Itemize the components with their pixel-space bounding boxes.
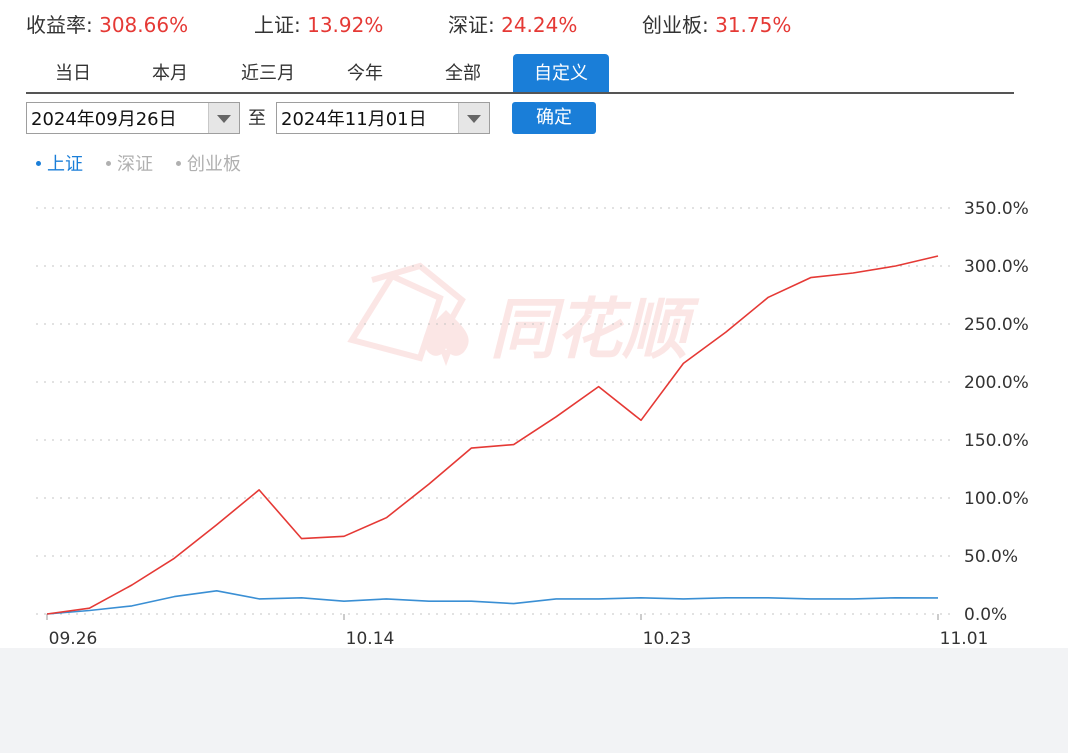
- summary-shenzhen-value: 24.24%: [501, 12, 578, 37]
- summary-shenzhen: 深证: 24.24%: [448, 9, 577, 38]
- x-tick-label: 09.26: [49, 629, 98, 649]
- legend-dot-icon: [106, 160, 111, 166]
- x-axis: 09.26 10.14 10.23 11.01: [46, 614, 989, 649]
- legend-label-chinext: 创业板: [187, 154, 241, 175]
- confirm-button[interactable]: 确定: [512, 102, 596, 134]
- summary-chinext: 创业板: 31.75%: [642, 9, 791, 38]
- y-tick-label: 250.0%: [964, 315, 1029, 335]
- watermark-text: 同花顺: [490, 291, 700, 368]
- legend-label-shenzhen: 深证: [117, 154, 153, 175]
- start-date-dropdown-button[interactable]: [208, 103, 239, 133]
- y-tick-label: 300.0%: [964, 257, 1029, 277]
- summary-return: 收益率: 308.66%: [26, 9, 188, 38]
- chart-grid: [36, 207, 955, 615]
- watermark-logo: 同花顺: [347, 262, 700, 368]
- start-date-select[interactable]: 2024年09月26日: [26, 102, 240, 134]
- summary-chinext-label: 创业板:: [642, 12, 716, 37]
- summary-shenzhen-label: 深证:: [448, 12, 502, 37]
- chevron-down-icon: [217, 115, 231, 123]
- legend-dot-icon: [176, 160, 181, 166]
- x-tick-label: 10.14: [346, 629, 395, 649]
- summary-shanghai: 上证: 13.92%: [254, 9, 383, 38]
- y-tick-label: 200.0%: [964, 373, 1029, 393]
- end-date-dropdown-button[interactable]: [458, 103, 489, 133]
- summary-shanghai-value: 13.92%: [307, 12, 384, 37]
- summary-return-value: 308.66%: [99, 12, 189, 37]
- legend-item-chinext[interactable]: 创业板: [176, 150, 241, 176]
- tab-today[interactable]: 当日: [26, 54, 120, 92]
- tab-this-year[interactable]: 今年: [318, 54, 412, 92]
- x-tick-label: 10.23: [643, 629, 692, 649]
- y-tick-label: 150.0%: [964, 431, 1029, 451]
- y-tick-label: 50.0%: [964, 547, 1018, 567]
- to-label: 至: [248, 108, 266, 129]
- return-chart: 同花顺 0.0% 50.0% 100.0% 150.0% 200.0% 250.0% 300…: [36, 199, 1029, 649]
- summary-chinext-value: 31.75%: [715, 12, 792, 37]
- summary-return-label: 收益率:: [26, 12, 100, 37]
- legend-item-shanghai[interactable]: 上证: [36, 150, 83, 176]
- end-date-value: 2024年11月01日: [281, 109, 427, 130]
- chevron-down-icon: [467, 115, 481, 123]
- tab-all[interactable]: 全部: [416, 54, 510, 92]
- y-tick-label: 350.0%: [964, 199, 1029, 219]
- summary-shanghai-label: 上证:: [254, 12, 308, 37]
- tab-last-three-months[interactable]: 近三月: [221, 54, 315, 92]
- series-line-shanghai: [46, 589, 939, 615]
- legend-label-shanghai: 上证: [47, 154, 83, 175]
- legend-dot-icon: [36, 160, 41, 166]
- y-axis: 0.0% 50.0% 100.0% 150.0% 200.0% 250.0% 300.0% 3…: [964, 199, 1029, 625]
- legend-item-shenzhen[interactable]: 深证: [106, 150, 153, 176]
- page-root: 收益率: 308.66% 上证: 13.92% 深证: 24.24% 创业板: …: [0, 0, 1068, 753]
- period-tabs: 当日 本月 近三月 今年 全部 自定义: [26, 54, 1014, 94]
- x-tick-label: 11.01: [940, 629, 989, 649]
- tab-this-month[interactable]: 本月: [123, 54, 217, 92]
- y-tick-label: 100.0%: [964, 489, 1029, 509]
- y-tick-label: 0.0%: [964, 605, 1007, 625]
- watermark-cards-icon: [347, 262, 469, 366]
- start-date-value: 2024年09月26日: [31, 109, 177, 130]
- footer-gray-area: [0, 648, 1068, 753]
- end-date-select[interactable]: 2024年11月01日: [276, 102, 490, 134]
- tab-custom[interactable]: 自定义: [513, 54, 609, 92]
